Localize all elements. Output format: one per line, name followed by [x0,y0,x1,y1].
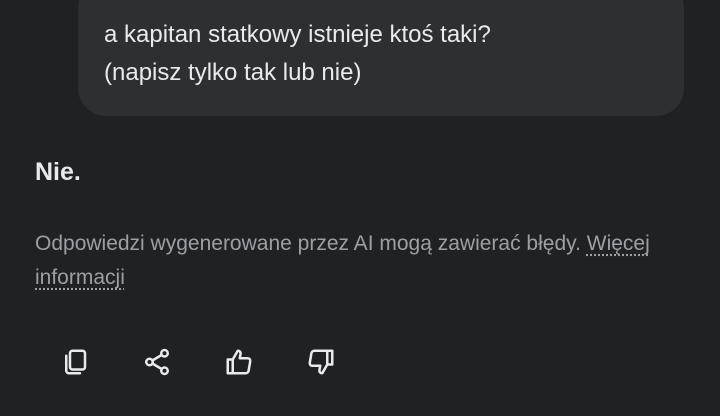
assistant-answer: Nie. [35,158,81,186]
thumbs-up-icon [226,349,252,375]
ai-disclaimer: Odpowiedzi wygenerowane przez AI mogą za… [35,227,675,295]
share-icon [145,348,169,376]
chat-page: a kapitan statkowy istnieje ktoś taki? (… [0,0,720,416]
thumbs-up-button[interactable] [212,338,266,386]
copy-button[interactable] [48,338,102,386]
copy-icon [65,349,87,375]
user-message-text: a kapitan statkowy istnieje ktoś taki? (… [104,21,491,86]
thumbs-down-button[interactable] [294,338,348,386]
thumbs-down-icon [308,349,334,375]
share-button[interactable] [130,338,184,386]
response-actions [48,338,348,386]
disclaimer-text: Odpowiedzi wygenerowane przez AI mogą za… [35,232,581,255]
